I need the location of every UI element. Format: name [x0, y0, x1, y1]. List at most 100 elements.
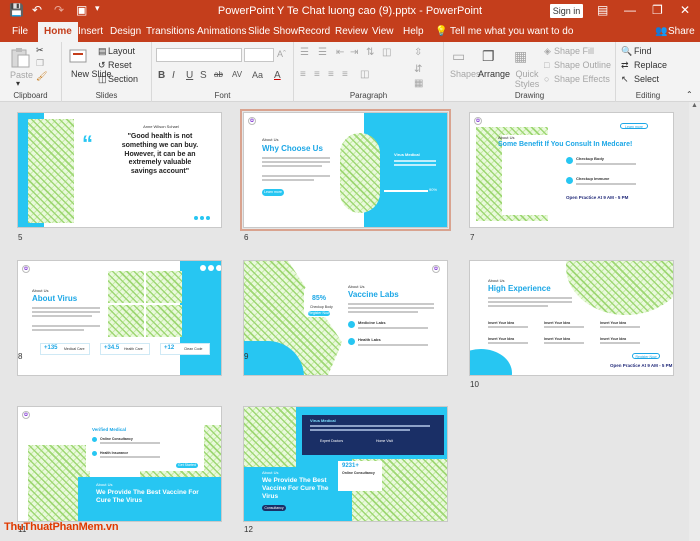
share-button[interactable]: Share: [668, 26, 695, 37]
paste-icon[interactable]: [9, 47, 31, 69]
slide-thumbnail-8[interactable]: ✿ About Us About Virus +135 Medical Care…: [17, 260, 222, 376]
text-direction-icon[interactable]: ⇳: [414, 47, 422, 58]
slide-thumbnail-11[interactable]: ✿ Verified Medical Online Consultancy He…: [17, 406, 222, 522]
select-button[interactable]: Select: [634, 74, 659, 84]
shapes-button[interactable]: Shapes: [450, 69, 481, 79]
slide-thumbnail-7[interactable]: ✿ Learn more About Us Some Benefit If Yo…: [469, 112, 674, 228]
cut-icon[interactable]: ✂: [36, 45, 44, 56]
copy-icon[interactable]: ❐: [36, 58, 44, 69]
slide-accent-block: [180, 261, 221, 375]
collapse-ribbon-icon[interactable]: ⌃: [686, 90, 693, 99]
slide-thumbnail-6[interactable]: ✿ About Us Why Choose Us Learn more Viru…: [240, 109, 451, 231]
tab-help[interactable]: Help: [403, 26, 424, 37]
slideshow-start-icon[interactable]: ▣: [76, 3, 87, 17]
text-line: [310, 425, 430, 427]
quick-styles-button[interactable]: Quick Styles: [512, 69, 542, 89]
slide-thumbnail-9[interactable]: ✿ 85% Checkup Body Register Now About Us…: [243, 260, 448, 376]
restore-button[interactable]: ❐: [652, 3, 663, 17]
format-painter-icon[interactable]: 🖌: [36, 71, 47, 82]
undo-icon[interactable]: ↶: [32, 3, 42, 17]
smartart-icon[interactable]: ▦: [414, 78, 423, 89]
sign-in-button[interactable]: Sign in: [550, 4, 583, 18]
tab-view[interactable]: View: [372, 26, 394, 37]
layout-button[interactable]: Layout: [108, 46, 135, 56]
arrange-icon[interactable]: ❐: [482, 48, 495, 65]
text-line: [488, 305, 548, 307]
ribbon-display-icon[interactable]: ▤: [597, 3, 608, 17]
paste-dropdown-icon[interactable]: ▾: [16, 79, 20, 88]
tab-transitions[interactable]: Transitions: [146, 26, 195, 37]
underline-button[interactable]: U: [186, 70, 193, 81]
columns-icon[interactable]: ◫: [382, 47, 391, 58]
benefit-title: Checkup Body: [576, 156, 605, 161]
font-grow-icon[interactable]: Aˆ: [277, 49, 286, 59]
minimize-button[interactable]: —: [624, 3, 636, 17]
shape-effects-icon: ○: [544, 74, 550, 84]
tab-file[interactable]: File: [12, 26, 28, 37]
justify-icon[interactable]: ≡: [342, 69, 348, 80]
shape-effects-button[interactable]: Shape Effects: [554, 74, 610, 84]
char-spacing-button[interactable]: AV: [232, 70, 242, 79]
customize-toolbar-icon[interactable]: ▾: [95, 3, 100, 14]
tab-animations[interactable]: Animations: [197, 26, 246, 37]
progress-percent: 90%: [429, 187, 438, 192]
tab-design[interactable]: Design: [110, 26, 141, 37]
slide-image: [108, 305, 144, 337]
redo-icon[interactable]: ↷: [54, 3, 64, 17]
scroll-up-icon[interactable]: ▲: [691, 102, 698, 109]
tab-review[interactable]: Review: [335, 26, 368, 37]
paste-button[interactable]: Paste: [10, 70, 33, 80]
shadow-button[interactable]: S: [200, 70, 207, 81]
font-size-dropdown[interactable]: [244, 48, 274, 62]
bullets-icon[interactable]: ☰: [300, 47, 309, 58]
stat-value: +34.5: [104, 345, 120, 351]
text-line: [262, 157, 330, 159]
register-button: Register Now: [308, 311, 330, 316]
change-case-button[interactable]: Aa: [252, 70, 263, 80]
shapes-icon[interactable]: ▭: [452, 48, 465, 65]
numbering-icon[interactable]: ☰: [318, 47, 327, 58]
logo-icon: ✿: [248, 117, 256, 125]
tab-record[interactable]: Record: [298, 26, 330, 37]
line-spacing-icon[interactable]: ⇅: [366, 47, 374, 58]
italic-button[interactable]: I: [172, 70, 175, 81]
bold-button[interactable]: B: [158, 70, 165, 81]
align-right-icon[interactable]: ≡: [328, 69, 334, 80]
font-color-button[interactable]: A: [274, 70, 281, 81]
align-left-icon[interactable]: ≡: [300, 69, 306, 80]
slide-thumbnail-10[interactable]: About Us High Experience Insert Your Ide…: [469, 260, 674, 376]
benefit-title: Checkup Immune: [576, 176, 610, 181]
increase-indent-icon[interactable]: ⇥: [350, 47, 358, 58]
align-text-icon[interactable]: ⇵: [414, 64, 422, 75]
arrange-button[interactable]: Arrange: [478, 69, 510, 79]
shape-outline-button[interactable]: Shape Outline: [554, 60, 611, 70]
quick-styles-icon[interactable]: ▦: [514, 48, 527, 65]
columns-split-icon[interactable]: ◫: [360, 69, 369, 80]
align-center-icon[interactable]: ≡: [314, 69, 320, 80]
strikethrough-button[interactable]: ab: [214, 70, 223, 79]
replace-button[interactable]: Replace: [634, 60, 667, 70]
logo-icon: ✿: [22, 265, 30, 273]
reset-button[interactable]: Reset: [108, 60, 132, 70]
text-line: [600, 342, 640, 344]
tell-me-search[interactable]: Tell me what you want to do: [450, 26, 573, 37]
font-name-dropdown[interactable]: [156, 48, 242, 62]
decrease-indent-icon[interactable]: ⇤: [336, 47, 344, 58]
editing-label: Editing: [635, 91, 661, 100]
percent-label: Checkup Body: [310, 305, 333, 309]
tab-slide-show[interactable]: Slide Show: [248, 26, 298, 37]
ribbon-tabs: File Home Insert Design Transitions Anim…: [0, 22, 700, 42]
shape-fill-button[interactable]: Shape Fill: [554, 46, 594, 56]
social-icon: [200, 265, 206, 271]
slide-thumbnail-12[interactable]: Virus Medical Expert Doctors Home Visit …: [243, 406, 448, 522]
find-button[interactable]: Find: [634, 46, 652, 56]
tab-home[interactable]: Home: [38, 22, 78, 42]
tab-insert[interactable]: Insert: [78, 26, 103, 37]
vertical-scrollbar[interactable]: ▲: [689, 102, 700, 541]
close-button[interactable]: ✕: [680, 3, 690, 17]
save-icon[interactable]: 💾: [9, 3, 24, 17]
section-button[interactable]: Section: [108, 74, 138, 84]
slide-thumbnail-5[interactable]: “ Anne Wilson Schael "Good health is not…: [17, 112, 222, 228]
learn-more-button: Learn more: [262, 189, 284, 196]
new-slide-icon[interactable]: [68, 46, 90, 68]
